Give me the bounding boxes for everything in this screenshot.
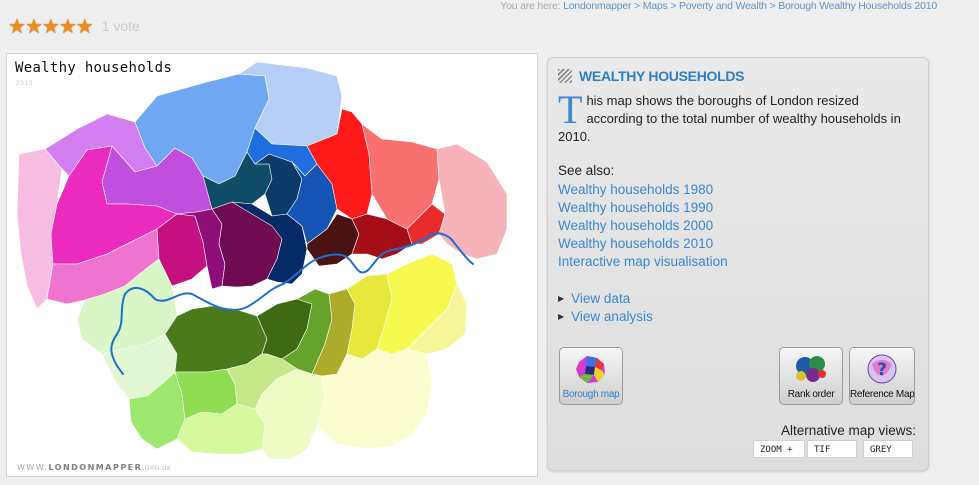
link-wealthy-1980[interactable]: Wealthy households 1980 [558,181,728,199]
borough-map-button[interactable]: Borough map [559,347,623,405]
londonmapper-brand: WWW.LONDONMAPPER.ORG.UK [17,463,172,472]
dropcap: T [558,87,583,132]
map-year: 2010 [16,81,34,87]
view-analysis-link[interactable]: ▶ View analysis [558,308,653,326]
alt-views-label: Alternative map views: [780,423,916,438]
brand-prefix: WWW. [17,463,49,472]
info-panel: WEALTHY HOUSEHOLDS This map shows the bo… [547,57,929,471]
star-icon[interactable]: ★ [76,16,94,36]
rank-order-icon [796,356,826,382]
breadcrumb-separator: > [634,0,640,12]
view-links: ▶ View data ▶ View analysis [558,290,653,326]
stripes-icon [558,69,572,83]
triangle-right-icon: ▶ [558,312,565,321]
star-icon[interactable]: ★ [59,16,77,36]
svg-text:?: ? [877,360,887,380]
view-data-link[interactable]: ▶ View data [558,290,653,308]
breadcrumb-current[interactable]: Borough Wealthy Households 2010 [778,0,937,12]
breadcrumb-link-poverty-wealth[interactable]: Poverty and Wealth [679,0,767,12]
triangle-right-icon: ▶ [558,294,565,303]
star-icon[interactable]: ★ [8,16,26,36]
vote-count: 1 vote [101,18,140,34]
reference-map-label[interactable]: Reference Map [850,389,915,400]
breadcrumb-separator: > [670,0,677,12]
rank-order-button[interactable]: Rank order [779,347,843,405]
link-wealthy-2000[interactable]: Wealthy households 2000 [558,217,728,235]
top-bar: ★ ★ ★ ★ ★ 1 vote You are here: Londonmap… [0,0,979,48]
see-also-list: Wealthy households 1980 Wealthy househol… [558,181,728,271]
tif-view-button[interactable]: TIF [807,440,857,458]
view-analysis-label[interactable]: View analysis [571,308,653,326]
intro-body: his map shows the boroughs of London res… [558,93,901,144]
link-wealthy-1990[interactable]: Wealthy households 1990 [558,199,728,217]
info-title: WEALTHY HOUSEHOLDS [579,68,745,84]
brand-name: LONDONMAPPER [48,463,143,472]
link-wealthy-2010[interactable]: Wealthy households 2010 [558,235,728,253]
zoom-view-button[interactable]: ZOOM + [753,440,805,458]
breadcrumb-label: You are here: [500,0,561,12]
breadcrumb-separator: > [769,0,776,12]
map-panel: Wealthy households 2010 WWW.LONDONMAPPER… [6,53,538,477]
link-interactive-map[interactable]: Interactive map visualisation [558,253,728,271]
breadcrumb: You are here: Londonmapper > Maps > Pove… [500,0,937,12]
rating[interactable]: ★ ★ ★ ★ ★ 1 vote [8,16,140,36]
info-header: WEALTHY HOUSEHOLDS [558,68,745,84]
breadcrumb-link-maps[interactable]: Maps [643,0,668,12]
grey-view-button[interactable]: GREY [863,440,913,458]
map-title: Wealthy households [15,60,173,76]
see-also-label: See also: [558,163,615,178]
borough-havering[interactable] [436,143,508,260]
brand-suffix: .ORG.UK [142,465,172,472]
reference-map-button[interactable]: ? Reference Map [849,347,915,405]
borough-map-label[interactable]: Borough map [560,389,622,400]
intro-text: This map shows the boroughs of London re… [558,87,918,146]
breadcrumb-link-londonmapper[interactable]: Londonmapper [563,0,631,12]
star-icon[interactable]: ★ [25,16,43,36]
view-data-label[interactable]: View data [571,290,630,308]
reference-map-icon: ? [867,354,897,384]
rank-order-label[interactable]: Rank order [780,389,842,400]
star-icon[interactable]: ★ [42,16,60,36]
borough-map[interactable] [7,54,537,476]
borough-map-icon [576,356,605,383]
